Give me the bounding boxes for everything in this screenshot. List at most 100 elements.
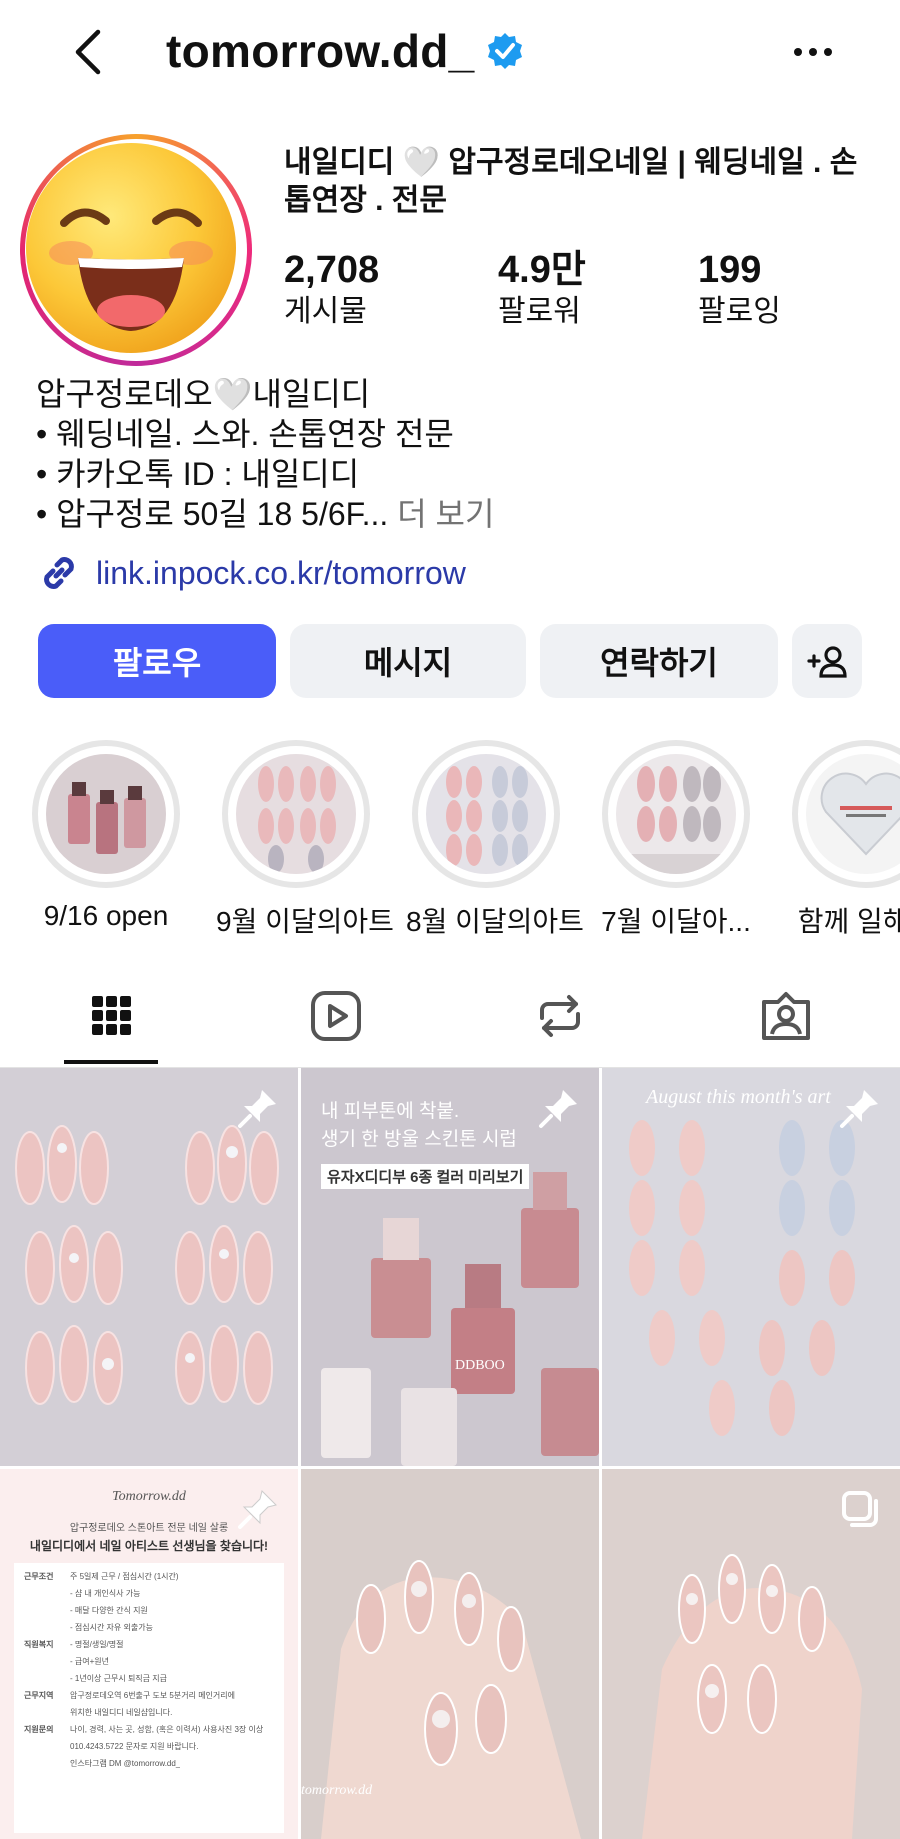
highlight-label: 7월 이달아... <box>601 906 751 937</box>
highlight-image <box>236 754 356 874</box>
post-headline: 내일디디에서 네일 아티스트 선생님을 찾습니다! <box>29 1539 269 1553</box>
profile-stats: 2,708 게시물 4.9만 팔로워 199 팔로잉 <box>284 248 884 332</box>
highlight-item[interactable]: 8월 이달의아트 <box>406 740 584 940</box>
message-button[interactable]: 메시지 <box>290 624 526 698</box>
posts-grid: 내 피부톤에 착붙. 생기 한 방울 스킨톤 시럽 유자X디디부 6종 컬러 미… <box>0 1068 900 1839</box>
pin-icon <box>238 1090 276 1128</box>
info-value: - 매달 다양한 간식 지원 <box>70 1606 148 1615</box>
info-value: 010.4243.5722 문자로 지원 바랍니다. <box>70 1742 199 1751</box>
following-count[interactable]: 199 팔로잉 <box>698 248 781 332</box>
link-icon <box>44 557 74 589</box>
post-thumbnail[interactable]: 내 피부톤에 착붙. 생기 한 방울 스킨톤 시럽 유자X디디부 6종 컬러 미… <box>301 1068 599 1466</box>
info-row: 근무지역 압구정로데오역 6번출구 도보 5분거리 메인거리에 <box>24 1690 274 1701</box>
follow-button[interactable]: 팔로우 <box>38 624 276 698</box>
info-key <box>24 1741 70 1752</box>
info-value: 위치한 내일디디 네일샵입니다. <box>70 1708 173 1717</box>
post-thumbnail[interactable]: Tomorrow.dd 압구정로데오 스톤아트 전문 네일 살롱 내일디디에서 … <box>0 1469 298 1839</box>
highlight-item[interactable]: 함께 일해요 <box>786 740 900 940</box>
info-row: - 급여+원년 <box>24 1656 274 1667</box>
info-row: 지원문의 나이, 경력, 사는 곳, 성함, (혹은 이력서) 사용사진 3장 이… <box>24 1724 274 1735</box>
contact-button[interactable]: 연락하기 <box>540 624 778 698</box>
pin-icon <box>238 1490 277 1529</box>
info-key <box>24 1588 70 1599</box>
info-key <box>24 1758 70 1769</box>
bio-line: • 카카오톡 ID : 내일디디 <box>36 456 360 492</box>
highlight-label: 9월 이달의아트 <box>216 906 394 937</box>
add-person-icon <box>807 646 847 678</box>
info-key: 근무조건 <box>24 1572 54 1581</box>
followers-count[interactable]: 4.9만 팔로워 <box>498 248 586 332</box>
top-bar: tomorrow.dd_ <box>0 0 900 104</box>
posts-count[interactable]: 2,708 게시물 <box>284 248 379 332</box>
bio-line-last: • 압구정로 50길 18 5/6F... 더 보기 <box>36 496 495 532</box>
info-value: - 1년이상 근무시 퇴직금 지급 <box>70 1674 167 1683</box>
highlight-image <box>806 754 900 874</box>
info-value: 나이, 경력, 사는 곳, 성함, (혹은 이력서) 사용사진 3장 이상 <box>70 1725 264 1734</box>
info-row: 직원복지 - 명절/생일/명절 <box>24 1639 274 1650</box>
active-tab-indicator <box>64 1060 158 1064</box>
info-row: 위치한 내일디디 네일샵입니다. <box>24 1707 274 1718</box>
chevron-left-icon[interactable] <box>68 26 108 78</box>
info-value: 인스타그램 DM @tomorrow.dd_ <box>70 1759 181 1768</box>
info-value: - 급여+원년 <box>70 1657 109 1666</box>
post-thumbnail[interactable] <box>0 1068 298 1466</box>
username-row: tomorrow.dd_ <box>166 24 525 78</box>
grid-icon[interactable] <box>84 988 140 1044</box>
info-key <box>24 1605 70 1616</box>
info-value: 압구정로데오역 6번출구 도보 5분거리 메인거리에 <box>70 1691 235 1700</box>
info-row: 010.4243.5722 문자로 지원 바랍니다. <box>24 1741 274 1752</box>
info-row: - 1년이상 근무시 퇴직금 지급 <box>24 1673 274 1684</box>
highlight-item[interactable]: 7월 이달아... <box>596 740 756 940</box>
info-key <box>24 1656 70 1667</box>
highlight-item[interactable]: 9/16 open <box>26 740 186 932</box>
username: tomorrow.dd_ <box>166 25 475 77</box>
info-key <box>24 1622 70 1633</box>
profile-link-text[interactable]: link.inpock.co.kr/tomorrow <box>96 555 466 592</box>
info-row: - 샵 내 개인식사 가능 <box>24 1588 274 1599</box>
bottle-brand: DDBOO <box>455 1358 505 1373</box>
highlight-image <box>426 754 546 874</box>
info-row: 근무조건 주 5일제 근무 / 점심시간 (1시간) <box>24 1571 274 1582</box>
bio-line: • 웨딩네일. 스와. 손톱연장 전문 <box>36 416 454 452</box>
smiling-face-avatar <box>26 143 236 353</box>
info-value: 주 5일제 근무 / 점심시간 (1시간) <box>70 1572 179 1581</box>
info-row: 인스타그램 DM @tomorrow.dd_ <box>24 1758 274 1769</box>
bio: 압구정로데오🤍내일디디 • 웨딩네일. 스와. 손톱연장 전문 • 카카오톡 I… <box>36 374 876 534</box>
info-key: 직원복지 <box>24 1640 54 1649</box>
profile-tabs <box>0 976 900 1068</box>
profile-link[interactable]: link.inpock.co.kr/tomorrow <box>36 550 466 596</box>
pin-icon <box>539 1090 577 1128</box>
post-thumbnail[interactable]: August this month's art <box>602 1068 900 1466</box>
info-row: - 점심시간 자유 외출가능 <box>24 1622 274 1633</box>
highlight-label: 8월 이달의아트 <box>406 906 584 937</box>
info-row: - 매달 다양한 간식 지원 <box>24 1605 274 1616</box>
profile-avatar[interactable] <box>20 134 252 366</box>
info-key <box>24 1707 70 1718</box>
highlight-item[interactable]: 9월 이달의아트 <box>216 740 394 940</box>
verified-badge-icon <box>487 33 522 69</box>
info-value: - 명절/생일/명절 <box>70 1640 124 1649</box>
display-name: 내일디디 🤍 압구정로데오네일 | 웨딩네일 . 손톱연장 . 전문 <box>284 146 858 217</box>
info-key <box>24 1673 70 1684</box>
watermark: tomorrow.dd <box>301 1783 373 1798</box>
bio-more-link[interactable]: 더 보기 <box>397 496 494 532</box>
post-thumbnail[interactable] <box>602 1469 900 1839</box>
highlight-image <box>46 754 166 874</box>
multi-photo-icon <box>842 1491 878 1527</box>
highlight-image <box>616 754 736 874</box>
highlight-label: 9/16 open <box>43 900 169 931</box>
info-key: 근무지역 <box>24 1691 54 1700</box>
info-value: - 샵 내 개인식사 가능 <box>70 1589 141 1598</box>
tagged-icon[interactable] <box>758 988 814 1044</box>
info-value: - 점심시간 자유 외출가능 <box>70 1623 153 1632</box>
post-thumbnail[interactable]: tomorrow.dd <box>301 1469 599 1839</box>
reels-icon[interactable] <box>308 988 364 1044</box>
highlight-label: 함께 일해요 <box>797 906 900 937</box>
post-info-card: 근무조건 주 5일제 근무 / 점심시간 (1시간) - 샵 내 개인식사 가능 - … <box>14 1563 284 1833</box>
bio-line: 압구정로데오🤍내일디디 <box>36 376 371 412</box>
add-person-button[interactable] <box>792 624 862 698</box>
repost-icon[interactable] <box>532 988 588 1044</box>
pin-icon <box>840 1090 878 1128</box>
info-key: 지원문의 <box>24 1725 54 1734</box>
more-horizontal-icon[interactable] <box>790 32 836 72</box>
